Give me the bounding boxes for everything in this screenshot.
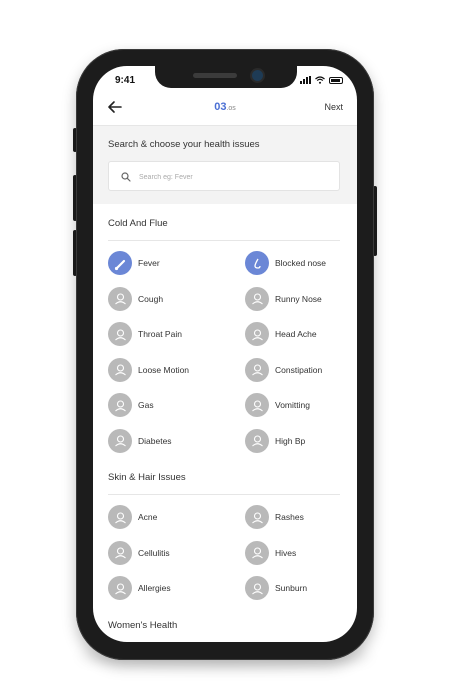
symptom-option[interactable]: Blocked nose [245, 251, 326, 275]
wifi-icon [315, 76, 325, 84]
search-section: Search & choose your health issues [93, 126, 357, 204]
camera-icon [252, 70, 263, 81]
top-navbar: 03.os Next [93, 92, 357, 126]
search-title: Search & choose your health issues [108, 139, 260, 150]
symptom-option[interactable]: High Bp [245, 428, 306, 453]
blood-pressure-icon [245, 428, 269, 453]
symptom-label: Runny Nose [275, 293, 322, 304]
symptom-option[interactable]: Head Ache [245, 322, 317, 346]
symptom-option[interactable]: Diabetes [108, 428, 172, 453]
symptom-option[interactable]: Gas [108, 393, 154, 417]
symptom-option[interactable]: Cough [108, 286, 164, 311]
thermometer-icon [108, 251, 132, 275]
step-indicator: 03.os [93, 101, 357, 113]
section-title-skin-hair: Skin & Hair Issues [108, 472, 186, 483]
search-icon [121, 172, 131, 182]
gas-icon [108, 393, 132, 417]
symptom-option[interactable]: Rashes [245, 505, 304, 529]
symptom-label: Gas [138, 400, 154, 410]
symptom-label: Throat Pain [138, 329, 182, 339]
symptom-option[interactable]: Hives [245, 540, 297, 565]
symptom-label: Fever [138, 258, 160, 268]
symptom-label: Acne [138, 512, 158, 522]
symptom-label: Cellulitis [138, 547, 170, 558]
step-suffix: .os [226, 105, 236, 112]
diabetes-icon [108, 428, 132, 453]
acne-icon [108, 505, 132, 529]
step-current: 03 [214, 101, 227, 113]
symptom-label: Vomitting [275, 400, 310, 410]
rashes-icon [245, 505, 269, 529]
symptom-label: Hives [275, 547, 297, 558]
symptom-label: Cough [138, 293, 164, 304]
stomach-icon [108, 357, 132, 382]
section-title-cold-and-flue: Cold And Flue [108, 218, 168, 229]
notch [155, 66, 297, 88]
symptom-option[interactable]: Vomitting [245, 393, 310, 417]
symptom-option[interactable]: Allergies [108, 576, 171, 600]
symptom-label: Rashes [275, 512, 304, 522]
symptom-label: Sunburn [275, 583, 308, 593]
symptom-label: Head Ache [275, 329, 317, 339]
vomit-icon [245, 393, 269, 417]
symptom-option[interactable]: Runny Nose [245, 286, 322, 311]
constipation-icon [245, 357, 269, 382]
symptom-label: Allergies [138, 583, 171, 593]
symptom-option[interactable]: Acne [108, 505, 157, 529]
symptom-label: Loose Motion [138, 364, 190, 375]
symptom-option[interactable]: Loose Motion [108, 357, 190, 382]
status-time: 9:41 [115, 75, 136, 86]
symptom-label: Constipation [275, 364, 323, 375]
symptom-option[interactable]: Constipation [245, 357, 323, 382]
cough-icon [108, 286, 132, 311]
cellulitis-icon [108, 540, 132, 565]
sunburn-icon [245, 576, 269, 600]
section-title-womens-health: Women's Health [108, 620, 178, 631]
hives-icon [245, 540, 269, 565]
section-divider [108, 240, 340, 241]
nose-icon [245, 251, 269, 275]
search-box[interactable] [108, 161, 340, 191]
symptom-label: Blocked nose [275, 258, 327, 268]
status-icons [300, 76, 343, 84]
allergies-icon [108, 576, 132, 600]
battery-icon [329, 76, 343, 84]
speaker-icon [193, 73, 237, 78]
symptom-option[interactable]: Fever [108, 251, 160, 275]
runny-nose-icon [245, 286, 269, 311]
symptom-label: Diabetes [138, 435, 172, 446]
head-icon [245, 322, 269, 346]
symptom-option[interactable]: Cellulitis [108, 540, 170, 565]
symptom-option[interactable]: Sunburn [245, 576, 307, 600]
symptom-label: High Bp [275, 435, 306, 446]
search-input[interactable] [139, 169, 329, 185]
signal-icon [300, 76, 311, 84]
phone-screen: 9:41 03.os Next Search & choose your hea… [93, 66, 357, 642]
next-button[interactable]: Next [324, 102, 343, 112]
symptom-option[interactable]: Throat Pain [108, 322, 182, 346]
section-divider [108, 494, 340, 495]
throat-icon [108, 322, 132, 346]
